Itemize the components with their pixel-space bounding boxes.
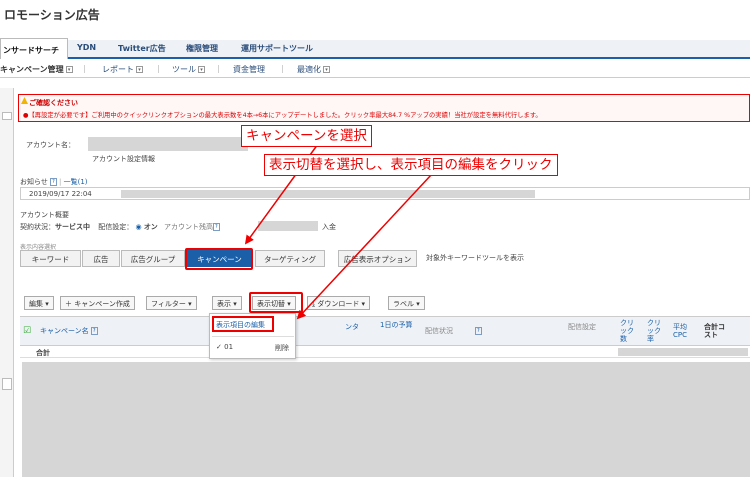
annotation-select-switch: 表示切替を選択し、表示項目の編集をクリック — [264, 154, 558, 176]
annotation-arrows — [244, 143, 433, 320]
annotation-select-campaign: キャンペーンを選択 — [241, 125, 372, 147]
arrow-to-edit-items — [296, 173, 433, 320]
